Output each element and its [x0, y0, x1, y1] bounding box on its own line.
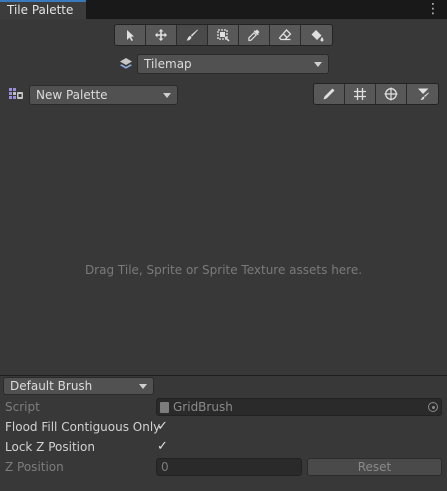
- paint-brush-icon: [186, 29, 198, 41]
- brush-settings-icon: [417, 88, 429, 100]
- script-label: Script: [5, 400, 40, 414]
- flood-fill-tool-button[interactable]: [301, 25, 332, 45]
- tilemap-dropdown-value: Tilemap: [144, 57, 192, 71]
- palette-icon: [9, 88, 23, 99]
- paint-tool-button[interactable]: [177, 25, 208, 45]
- chevron-down-icon: [314, 62, 322, 67]
- brush-dropdown[interactable]: Default Brush: [3, 377, 154, 395]
- select-tool-button[interactable]: [115, 25, 146, 45]
- empty-palette-hint: Drag Tile, Sprite or Sprite Texture asse…: [84, 263, 363, 277]
- lock-z-label: Lock Z Position: [5, 440, 95, 454]
- brush-inspector: Default Brush Script GridBrush Flood Fil…: [0, 376, 447, 491]
- tab-bar: Tile Palette ⋮: [0, 0, 447, 20]
- grid-toggle-button[interactable]: [345, 84, 376, 104]
- chevron-down-icon: [139, 384, 147, 389]
- brush-dropdown-value: Default Brush: [10, 379, 93, 393]
- z-position-label: Z Position: [5, 460, 64, 474]
- box-fill-icon: [217, 29, 230, 42]
- palette-dropdown-value: New Palette: [36, 88, 108, 102]
- tab-tile-palette[interactable]: Tile Palette: [0, 0, 86, 19]
- script-icon: [160, 402, 169, 413]
- script-field[interactable]: GridBrush: [156, 398, 442, 416]
- reset-button[interactable]: Reset: [307, 458, 442, 476]
- chevron-down-icon: [163, 93, 171, 98]
- flood-fill-label: Flood Fill Contiguous Only: [5, 420, 161, 434]
- picker-tool-button[interactable]: [239, 25, 270, 45]
- grid-icon: [354, 88, 366, 100]
- edit-palette-button[interactable]: [314, 84, 345, 104]
- flood-fill-checkbox[interactable]: ✓: [157, 420, 169, 434]
- select-icon: [127, 30, 134, 41]
- gizmo-icon: [384, 87, 398, 101]
- edit-tool-group: [313, 83, 439, 105]
- layers-icon: [120, 58, 132, 69]
- move-icon: [155, 29, 167, 41]
- gizmo-toggle-button[interactable]: [376, 84, 407, 104]
- z-position-field[interactable]: 0: [156, 458, 302, 476]
- move-tool-button[interactable]: [146, 25, 177, 45]
- tool-group: [114, 24, 333, 46]
- object-picker-icon[interactable]: [428, 402, 438, 412]
- brush-settings-button[interactable]: [407, 84, 438, 104]
- palette-panel: Tilemap New Palette Drag Tile, Sprite or…: [0, 19, 447, 375]
- eraser-tool-button[interactable]: [270, 25, 301, 45]
- tilemap-dropdown[interactable]: Tilemap: [137, 54, 329, 74]
- eraser-icon: [278, 29, 292, 41]
- picker-icon: [248, 29, 260, 42]
- lock-z-checkbox[interactable]: ✓: [157, 440, 169, 454]
- edit-pencil-icon: [323, 88, 335, 100]
- more-options-icon[interactable]: ⋮: [425, 1, 441, 17]
- script-value: GridBrush: [173, 400, 233, 414]
- flood-fill-icon: [311, 30, 323, 42]
- box-fill-tool-button[interactable]: [208, 25, 239, 45]
- palette-dropdown[interactable]: New Palette: [29, 85, 178, 105]
